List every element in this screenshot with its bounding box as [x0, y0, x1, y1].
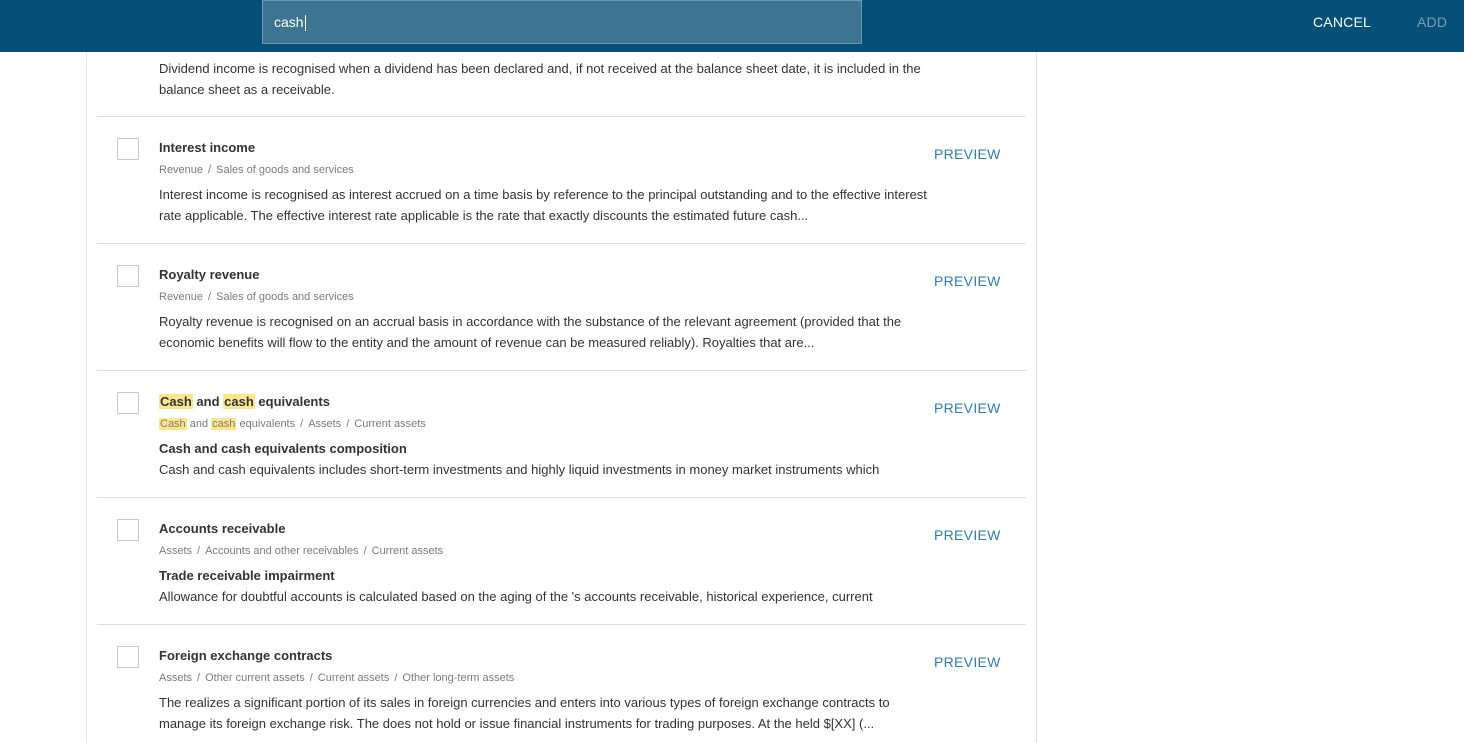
item-title: Accounts receivable [159, 521, 286, 536]
text-caret [304, 15, 306, 32]
item-checkbox[interactable] [117, 138, 139, 160]
item-title: Interest income [159, 140, 256, 155]
list-item: Accounts receivable Assets / Accounts and … [97, 498, 1026, 625]
preview-link[interactable]: PREVIEW [934, 654, 1001, 670]
crumb: Current assets [354, 418, 426, 430]
crumb-separator: / [197, 672, 201, 684]
list-item: Foreign exchange contracts Assets / Other … [97, 625, 1026, 743]
item-checkbox[interactable] [117, 265, 139, 287]
search-highlight: cash [223, 394, 255, 409]
search-highlight: Cash [159, 418, 187, 430]
item-breadcrumb: Revenue / Sales of goods and services [159, 164, 354, 176]
item-description: Cash and cash equivalents includes short… [159, 462, 880, 477]
title-text: and [192, 394, 224, 409]
crumb-text: and [186, 418, 212, 430]
crumb-separator: / [363, 545, 367, 557]
item-description: Royalty revenue is recognised on an accr… [159, 314, 902, 350]
item-title: Foreign exchange contracts [159, 648, 333, 663]
item-breadcrumb: Assets / Accounts and other receivables / Cu… [159, 545, 443, 557]
crumb-separator: / [300, 418, 304, 430]
crumb-separator: / [197, 545, 201, 557]
search-input-value: cash [274, 14, 304, 30]
item-breadcrumb: Cash and cash equivalents / Assets / Current… [159, 418, 426, 430]
list-item: Dividend income is recognised when a div… [97, 52, 1026, 117]
crumb: Sales of goods and services [216, 291, 354, 303]
search-highlight: Cash [159, 394, 193, 409]
preview-link[interactable]: PREVIEW [934, 146, 1001, 162]
list-item: Royalty revenue Revenue / Sales of goods a… [97, 244, 1026, 371]
crumb: Accounts and other receivables [205, 545, 359, 557]
item-description: Allowance for doubtful accounts is calcu… [159, 589, 873, 604]
item-title: Royalty revenue [159, 267, 260, 282]
crumb-separator: / [208, 164, 212, 176]
item-checkbox[interactable] [117, 646, 139, 668]
list-item: Cash and cash equivalents Cash and cash … [97, 371, 1026, 498]
crumb-separator: / [309, 672, 313, 684]
preview-link[interactable]: PREVIEW [934, 400, 1001, 416]
item-description: Interest income is recognised as interes… [159, 187, 927, 223]
add-button[interactable]: ADD [1417, 14, 1447, 30]
crumb: Other long-term assets [402, 672, 515, 684]
crumb-text: equivalents [236, 418, 296, 430]
item-checkbox[interactable] [117, 519, 139, 541]
search-input[interactable]: cash [262, 0, 862, 44]
cancel-button[interactable]: CANCEL [1313, 14, 1371, 30]
crumb: Other current assets [205, 672, 305, 684]
crumb: Revenue [159, 164, 204, 176]
item-description: The realizes a significant portion of it… [159, 695, 890, 731]
crumb-separator: / [394, 672, 398, 684]
item-breadcrumb: Assets / Other current assets / Current asse… [159, 672, 514, 684]
top-bar: cash CANCEL ADD [0, 0, 1464, 52]
preview-link[interactable]: PREVIEW [934, 527, 1001, 543]
item-subheading: Trade receivable impairment [159, 568, 335, 583]
item-description: Dividend income is recognised when a div… [159, 61, 921, 97]
item-checkbox[interactable] [117, 392, 139, 414]
crumb: Assets [159, 545, 193, 557]
crumb: Sales of goods and services [216, 164, 354, 176]
crumb: Current assets [371, 545, 444, 557]
crumb: Revenue [159, 291, 204, 303]
crumb: Assets [159, 672, 193, 684]
item-subheading: Cash and cash equivalents composition [159, 441, 407, 456]
item-breadcrumb: Revenue / Sales of goods and services [159, 291, 354, 303]
item-title: Cash and cash equivalents [159, 394, 330, 409]
list-item: Interest income Revenue / Sales of goods a… [97, 117, 1026, 244]
crumb: Assets [308, 418, 342, 430]
title-text: equivalents [254, 394, 330, 409]
crumb-separator: / [346, 418, 350, 430]
search-highlight: cash [211, 418, 237, 430]
preview-link[interactable]: PREVIEW [934, 273, 1001, 289]
crumb-separator: / [208, 291, 212, 303]
crumb: Current assets [317, 672, 390, 684]
